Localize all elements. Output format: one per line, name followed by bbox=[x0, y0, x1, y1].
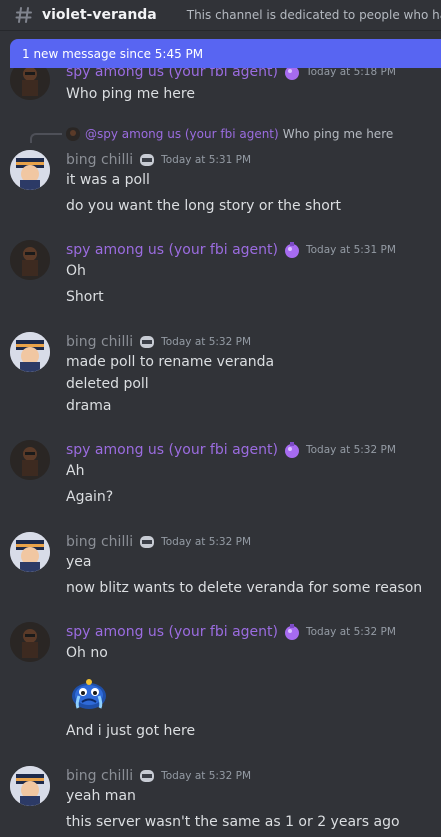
message-text: it was a poll bbox=[66, 172, 150, 188]
new-messages-banner[interactable]: 1 new message since 5:45 PM bbox=[10, 39, 441, 68]
message-text: do you want the long story or the short bbox=[66, 198, 342, 214]
helmet-icon bbox=[137, 150, 157, 170]
username[interactable]: bing chilli bbox=[66, 534, 133, 550]
avatar[interactable] bbox=[10, 766, 50, 806]
helmet-icon bbox=[137, 332, 157, 352]
message-text: deleted poll bbox=[66, 376, 149, 392]
helmet-icon bbox=[137, 532, 157, 552]
avatar[interactable] bbox=[10, 240, 50, 280]
hash-icon bbox=[14, 5, 34, 25]
purple-potion-icon bbox=[282, 440, 302, 460]
timestamp: Today at 5:32 PM bbox=[305, 444, 396, 456]
username[interactable]: bing chilli bbox=[66, 334, 133, 350]
message-text: Short bbox=[66, 289, 104, 305]
message-text: drama bbox=[66, 398, 112, 414]
reply-username[interactable]: @spy among us (your fbi agent) bbox=[85, 127, 279, 141]
avatar[interactable] bbox=[10, 622, 50, 662]
message-text: Ah bbox=[66, 463, 85, 479]
avatar[interactable] bbox=[10, 440, 50, 480]
reply-connector bbox=[30, 133, 62, 143]
avatar[interactable] bbox=[10, 532, 50, 572]
banner-text: 1 new message since 5:45 PM bbox=[22, 46, 204, 61]
timestamp: Today at 5:31 PM bbox=[305, 244, 396, 256]
message-text: Who ping me here bbox=[66, 86, 195, 102]
message-text: Oh bbox=[66, 263, 86, 279]
username[interactable]: bing chilli bbox=[66, 152, 133, 168]
purple-potion-icon bbox=[282, 622, 302, 642]
avatar[interactable] bbox=[10, 150, 50, 190]
timestamp: Today at 5:32 PM bbox=[305, 626, 396, 638]
channel-topic[interactable]: This channel is dedicated to people who … bbox=[187, 8, 441, 22]
helmet-icon bbox=[137, 766, 157, 786]
reply-avatar bbox=[66, 127, 80, 141]
timestamp: Today at 5:31 PM bbox=[161, 154, 252, 166]
timestamp: Today at 5:32 PM bbox=[161, 770, 252, 782]
username[interactable]: spy among us (your fbi agent) bbox=[66, 624, 278, 640]
message-text: Again? bbox=[66, 489, 114, 505]
username[interactable]: spy among us (your fbi agent) bbox=[66, 242, 278, 258]
message-text: now blitz wants to delete veranda for so… bbox=[66, 580, 423, 596]
username[interactable]: spy among us (your fbi agent) bbox=[66, 442, 278, 458]
message-text: yea bbox=[66, 554, 92, 570]
message-text: Oh no bbox=[66, 645, 108, 661]
crying-blob-sticker[interactable] bbox=[70, 678, 108, 710]
timestamp: Today at 5:32 PM bbox=[161, 536, 252, 548]
message-text: this server wasn't the same as 1 or 2 ye… bbox=[66, 814, 400, 830]
reply-text: Who ping me here bbox=[282, 127, 394, 141]
username[interactable]: bing chilli bbox=[66, 768, 133, 784]
channel-header: violet-veranda This channel is dedicated… bbox=[0, 0, 441, 31]
avatar[interactable] bbox=[10, 332, 50, 372]
reply-preview[interactable]: @spy among us (your fbi agent) Who ping … bbox=[30, 125, 393, 143]
channel-name[interactable]: violet-veranda bbox=[42, 7, 157, 23]
message-text: yeah man bbox=[66, 788, 136, 804]
message-text: And i just got here bbox=[66, 723, 196, 739]
message-text: made poll to rename veranda bbox=[66, 354, 275, 370]
purple-potion-icon bbox=[282, 240, 302, 260]
timestamp: Today at 5:32 PM bbox=[161, 336, 252, 348]
